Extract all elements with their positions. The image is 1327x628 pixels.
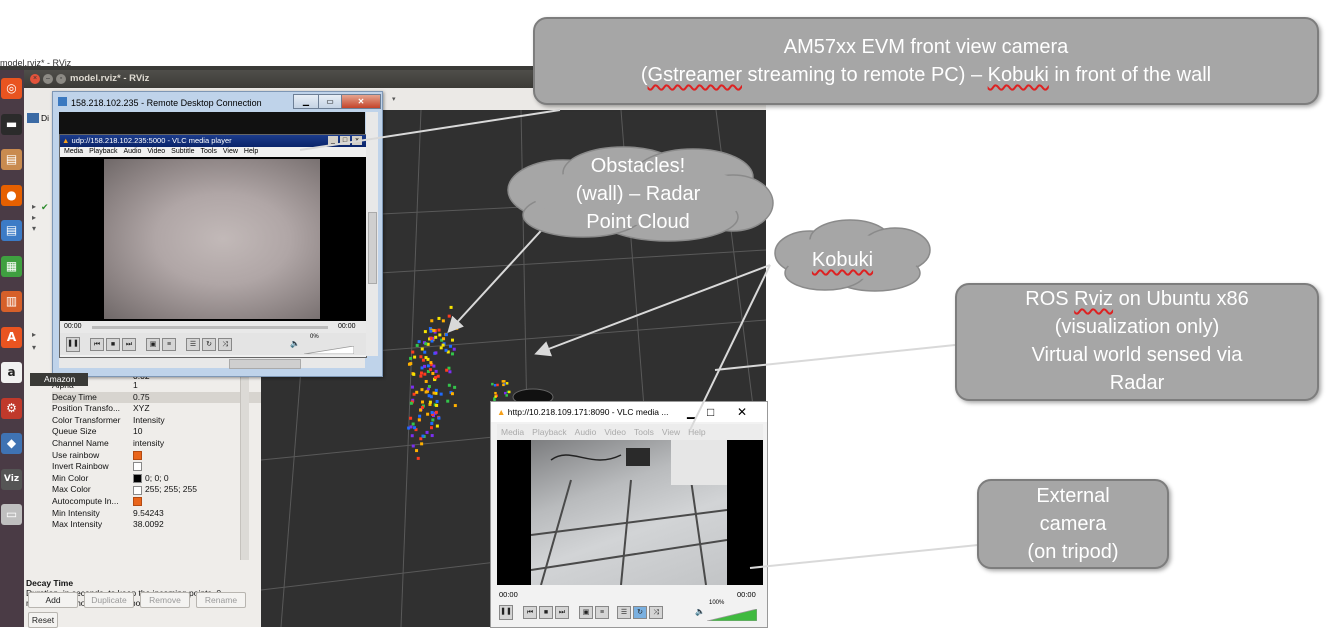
obstacles-line3: Point Cloud bbox=[586, 211, 690, 233]
text-rviz: Rviz bbox=[1074, 288, 1114, 310]
remove-button[interactable]: Remove bbox=[140, 592, 190, 608]
cloud-kobuki-text: Kobuki bbox=[770, 246, 915, 274]
text-part: streaming to remote PC) – bbox=[742, 64, 988, 86]
external-line1: External bbox=[1036, 485, 1110, 507]
obstacles-line1: Obstacles! bbox=[590, 155, 686, 177]
callout-front-camera: AM57xx EVM front view camera (Gstreamer … bbox=[533, 17, 1319, 105]
rename-button[interactable]: Rename bbox=[196, 592, 246, 608]
callout-external-camera: External camera (on tripod) bbox=[977, 479, 1169, 569]
text-part: ROS bbox=[1025, 288, 1075, 310]
text-part: in front of the wall bbox=[1048, 64, 1212, 86]
rviz-line1: ROS Rviz on Ubuntu x86 bbox=[957, 285, 1317, 313]
obstacles-line2: (wall) – Radar bbox=[575, 183, 701, 205]
text-gstreamer: Gstreamer bbox=[647, 64, 742, 86]
text-part: ( bbox=[640, 64, 648, 86]
kobuki-label: Kobuki bbox=[811, 249, 874, 271]
cloud-obstacles-text: Obstacles! (wall) – Radar Point Cloud bbox=[538, 152, 738, 236]
reset-button[interactable]: Reset bbox=[28, 612, 58, 628]
text-part: on Ubuntu x86 bbox=[1113, 288, 1249, 310]
rviz-line4: Radar bbox=[1109, 372, 1165, 394]
callout-front-line2: (Gstreamer streaming to remote PC) – Kob… bbox=[535, 61, 1317, 89]
external-line3: (on tripod) bbox=[1027, 541, 1119, 563]
external-line2: camera bbox=[1039, 513, 1107, 535]
callout-front-line1: AM57xx EVM front view camera bbox=[783, 36, 1069, 58]
text-kobuki: Kobuki bbox=[987, 64, 1049, 86]
rviz-line3: Virtual world sensed via bbox=[1031, 344, 1243, 366]
add-button[interactable]: Add bbox=[28, 592, 78, 608]
duplicate-button[interactable]: Duplicate bbox=[84, 592, 134, 608]
callout-ros-rviz: ROS Rviz on Ubuntu x86 (visualization on… bbox=[955, 283, 1319, 401]
rviz-line2: (visualization only) bbox=[1054, 316, 1220, 338]
